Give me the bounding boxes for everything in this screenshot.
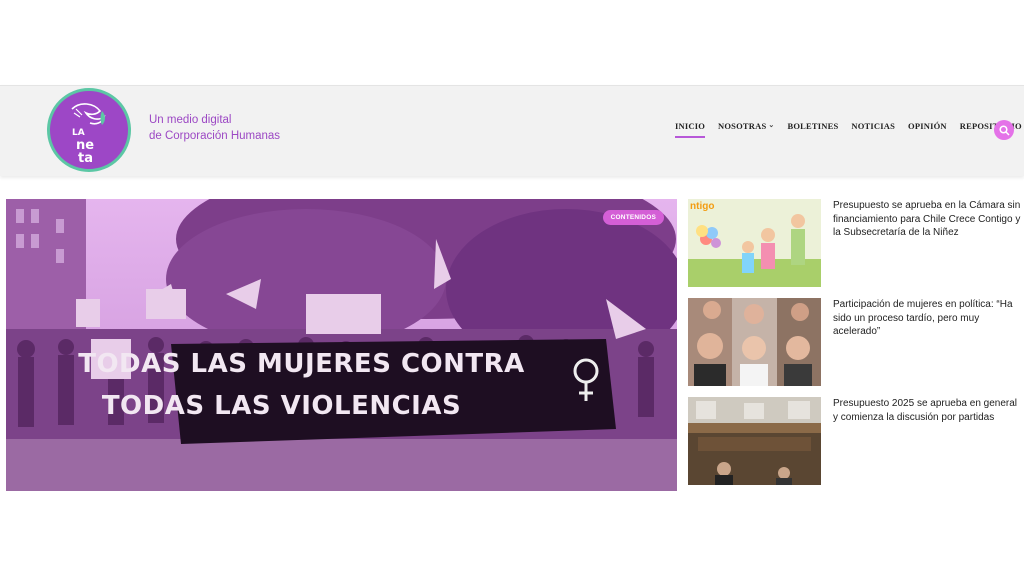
thumbnail-text: ntigo [690,201,714,212]
nav-item-repositorio[interactable]: REPOSITORIO ⌄ [960,121,1024,141]
main-nav: INICIO NOSOTRAS ⌄ BOLETINES NOTICIAS OPI… [675,121,1024,141]
site-logo[interactable]: LA ne ta [47,88,131,172]
side-article-1[interactable]: ntigo Presupuesto se aprueba en la Cámar… [688,199,1024,287]
tagline-line-1: Un medio digital [149,114,232,126]
category-badge[interactable]: CONTENIDOS [602,210,664,225]
hero-banner-line-2: TODAS LAS VIOLENCIAS [101,391,462,421]
site-header: LA ne ta Un medio digital de Corporación… [0,85,1024,176]
nav-label: INICIO [675,121,706,131]
side-article-title[interactable]: Presupuesto 2025 se aprueba en general y… [833,397,1023,424]
nav-item-inicio[interactable]: INICIO [675,121,706,141]
thumbnail-image [688,397,821,485]
nav-item-opinion[interactable]: OPINIÓN [908,121,947,141]
hero-article[interactable]: TODAS LAS MUJERES CONTRA TODAS LAS VIOLE… [6,199,677,491]
thumbnail-image [688,298,821,386]
nav-label: NOSOTRAS [718,121,767,131]
side-article-3[interactable]: Presupuesto 2025 se aprueba en general y… [688,397,1024,485]
site-tagline: Un medio digital de Corporación Humanas [149,112,280,144]
nav-item-nosotras[interactable]: NOSOTRAS ⌄ [718,121,774,141]
nav-label: OPINIÓN [908,121,947,131]
nav-label: BOLETINES [787,121,839,131]
side-article-title[interactable]: Presupuesto se aprueba en la Cámara sin … [833,199,1023,240]
logo-mark: LA ne ta [71,103,106,166]
chevron-down-icon: ⌄ [768,121,775,129]
nav-item-noticias[interactable]: NOTICIAS [851,121,895,141]
svg-text:LA: LA [72,128,85,138]
hero-image [6,199,677,491]
side-article-title[interactable]: Participación de mujeres en política: “H… [833,298,1023,339]
search-icon [998,124,1010,136]
side-article-thumbnail [688,298,821,386]
side-article-2[interactable]: Participación de mujeres en política: “H… [688,298,1024,386]
tagline-line-2: de Corporación Humanas [149,130,281,142]
search-button[interactable] [994,120,1014,140]
hero-banner-line-1: TODAS LAS MUJERES CONTRA [78,349,525,379]
nav-label: NOTICIAS [851,121,896,131]
thumbnail-image: ntigo [688,199,821,287]
nav-item-boletines[interactable]: BOLETINES [787,121,838,141]
svg-text:ta: ta [78,151,93,166]
side-article-thumbnail: ntigo [688,199,821,287]
side-article-thumbnail [688,397,821,485]
